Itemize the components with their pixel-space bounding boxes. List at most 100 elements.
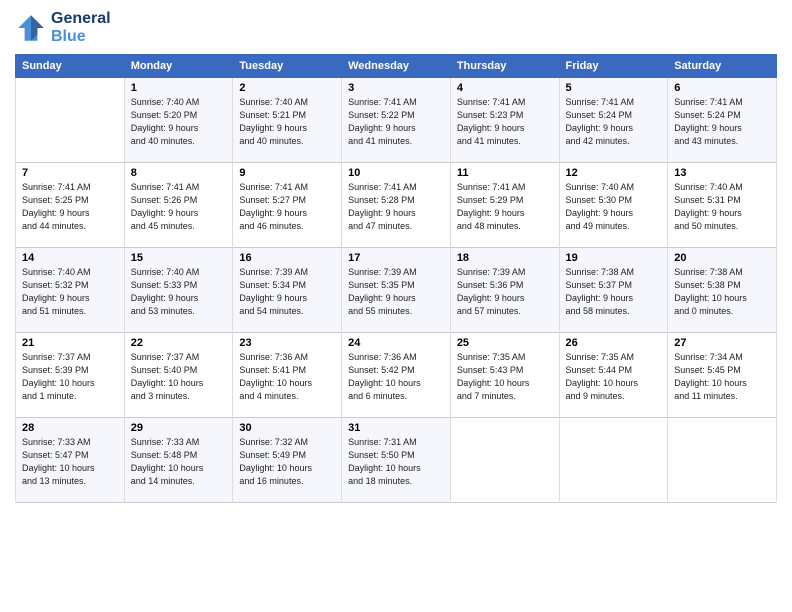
day-number: 13 [674,167,770,179]
cell-details: Sunrise: 7:41 AMSunset: 5:29 PMDaylight:… [457,181,553,233]
day-number: 23 [239,337,335,349]
col-wednesday: Wednesday [342,55,451,78]
cell-w3-d7: 20 Sunrise: 7:38 AMSunset: 5:38 PMDayligh… [668,248,777,333]
cell-details: Sunrise: 7:39 AMSunset: 5:35 PMDaylight:… [348,266,444,318]
cell-details: Sunrise: 7:35 AMSunset: 5:44 PMDaylight:… [566,351,662,403]
week-row-5: 28 Sunrise: 7:33 AMSunset: 5:47 PMDayligh… [16,418,777,503]
cell-w2-d4: 10Sunrise: 7:41 AMSunset: 5:28 PMDayligh… [342,163,451,248]
cell-w3-d3: 16 Sunrise: 7:39 AMSunset: 5:34 PMDayligh… [233,248,342,333]
cell-w4-d7: 27Sunrise: 7:34 AMSunset: 5:45 PMDayligh… [668,333,777,418]
week-row-2: 7 Sunrise: 7:41 AMSunset: 5:25 PMDaylight… [16,163,777,248]
day-number: 11 [457,167,553,179]
logo-text: General Blue [51,10,111,46]
cell-details: Sunrise: 7:41 AMSunset: 5:24 PMDaylight:… [674,96,770,148]
cell-w4-d3: 23 Sunrise: 7:36 AMSunset: 5:41 PMDayligh… [233,333,342,418]
day-number: 1 [131,82,227,94]
cell-w4-d4: 24 Sunrise: 7:36 AMSunset: 5:42 PMDayligh… [342,333,451,418]
cell-details: Sunrise: 7:40 AMSunset: 5:33 PMDaylight:… [131,266,227,318]
day-number: 5 [566,82,662,94]
cell-details: Sunrise: 7:39 AMSunset: 5:36 PMDaylight:… [457,266,553,318]
cell-w1-d2: 1 Sunrise: 7:40 AMSunset: 5:20 PMDaylight… [124,78,233,163]
cell-w5-d6 [559,418,668,503]
calendar-table: Sunday Monday Tuesday Wednesday Thursday… [15,54,777,503]
cell-w5-d3: 30 Sunrise: 7:32 AMSunset: 5:49 PMDayligh… [233,418,342,503]
cell-w2-d7: 13 Sunrise: 7:40 AMSunset: 5:31 PMDayligh… [668,163,777,248]
cell-w3-d5: 18 Sunrise: 7:39 AMSunset: 5:36 PMDayligh… [450,248,559,333]
cell-w1-d1 [16,78,125,163]
cell-details: Sunrise: 7:38 AMSunset: 5:38 PMDaylight:… [674,266,770,318]
day-number: 9 [239,167,335,179]
day-number: 17 [348,252,444,264]
cell-w5-d4: 31 Sunrise: 7:31 AMSunset: 5:50 PMDayligh… [342,418,451,503]
cell-details: Sunrise: 7:36 AMSunset: 5:41 PMDaylight:… [239,351,335,403]
cell-w3-d2: 15 Sunrise: 7:40 AMSunset: 5:33 PMDayligh… [124,248,233,333]
cell-details: Sunrise: 7:41 AMSunset: 5:28 PMDaylight:… [348,181,444,233]
cell-w2-d2: 8 Sunrise: 7:41 AMSunset: 5:26 PMDaylight… [124,163,233,248]
col-thursday: Thursday [450,55,559,78]
day-number: 20 [674,252,770,264]
cell-details: Sunrise: 7:39 AMSunset: 5:34 PMDaylight:… [239,266,335,318]
day-number: 12 [566,167,662,179]
week-row-3: 14Sunrise: 7:40 AMSunset: 5:32 PMDayligh… [16,248,777,333]
cell-w1-d4: 3 Sunrise: 7:41 AMSunset: 5:22 PMDaylight… [342,78,451,163]
cell-w1-d6: 5 Sunrise: 7:41 AMSunset: 5:24 PMDaylight… [559,78,668,163]
col-tuesday: Tuesday [233,55,342,78]
cell-details: Sunrise: 7:33 AMSunset: 5:48 PMDaylight:… [131,436,227,488]
cell-details: Sunrise: 7:32 AMSunset: 5:49 PMDaylight:… [239,436,335,488]
cell-details: Sunrise: 7:41 AMSunset: 5:23 PMDaylight:… [457,96,553,148]
cell-details: Sunrise: 7:40 AMSunset: 5:21 PMDaylight:… [239,96,335,148]
day-number: 3 [348,82,444,94]
day-number: 18 [457,252,553,264]
day-number: 30 [239,422,335,434]
day-number: 21 [22,337,118,349]
day-number: 19 [566,252,662,264]
day-number: 28 [22,422,118,434]
cell-w1-d7: 6 Sunrise: 7:41 AMSunset: 5:24 PMDaylight… [668,78,777,163]
cell-w4-d2: 22 Sunrise: 7:37 AMSunset: 5:40 PMDayligh… [124,333,233,418]
cell-w1-d5: 4Sunrise: 7:41 AMSunset: 5:23 PMDaylight… [450,78,559,163]
cell-details: Sunrise: 7:31 AMSunset: 5:50 PMDaylight:… [348,436,444,488]
cell-w5-d1: 28 Sunrise: 7:33 AMSunset: 5:47 PMDayligh… [16,418,125,503]
col-monday: Monday [124,55,233,78]
header: General Blue [15,10,777,46]
cell-details: Sunrise: 7:41 AMSunset: 5:25 PMDaylight:… [22,181,118,233]
day-number: 16 [239,252,335,264]
cell-details: Sunrise: 7:33 AMSunset: 5:47 PMDaylight:… [22,436,118,488]
col-sunday: Sunday [16,55,125,78]
cell-details: Sunrise: 7:36 AMSunset: 5:42 PMDaylight:… [348,351,444,403]
header-row: Sunday Monday Tuesday Wednesday Thursday… [16,55,777,78]
cell-w4-d6: 26 Sunrise: 7:35 AMSunset: 5:44 PMDayligh… [559,333,668,418]
cell-w5-d5 [450,418,559,503]
cell-details: Sunrise: 7:38 AMSunset: 5:37 PMDaylight:… [566,266,662,318]
day-number: 7 [22,167,118,179]
cell-w5-d2: 29Sunrise: 7:33 AMSunset: 5:48 PMDayligh… [124,418,233,503]
cell-details: Sunrise: 7:37 AMSunset: 5:40 PMDaylight:… [131,351,227,403]
cell-w3-d4: 17 Sunrise: 7:39 AMSunset: 5:35 PMDayligh… [342,248,451,333]
day-number: 6 [674,82,770,94]
logo-icon [15,12,47,44]
cell-w5-d7 [668,418,777,503]
week-row-4: 21Sunrise: 7:37 AMSunset: 5:39 PMDayligh… [16,333,777,418]
cell-w3-d1: 14Sunrise: 7:40 AMSunset: 5:32 PMDayligh… [16,248,125,333]
day-number: 15 [131,252,227,264]
logo: General Blue [15,10,111,46]
cell-details: Sunrise: 7:40 AMSunset: 5:20 PMDaylight:… [131,96,227,148]
day-number: 26 [566,337,662,349]
cell-w2-d1: 7 Sunrise: 7:41 AMSunset: 5:25 PMDaylight… [16,163,125,248]
cell-details: Sunrise: 7:40 AMSunset: 5:31 PMDaylight:… [674,181,770,233]
day-number: 22 [131,337,227,349]
cell-details: Sunrise: 7:41 AMSunset: 5:22 PMDaylight:… [348,96,444,148]
day-number: 24 [348,337,444,349]
cell-details: Sunrise: 7:41 AMSunset: 5:27 PMDaylight:… [239,181,335,233]
day-number: 27 [674,337,770,349]
day-number: 2 [239,82,335,94]
cell-w4-d1: 21Sunrise: 7:37 AMSunset: 5:39 PMDayligh… [16,333,125,418]
week-row-1: 1 Sunrise: 7:40 AMSunset: 5:20 PMDaylight… [16,78,777,163]
cell-w2-d3: 9 Sunrise: 7:41 AMSunset: 5:27 PMDaylight… [233,163,342,248]
day-number: 14 [22,252,118,264]
col-saturday: Saturday [668,55,777,78]
day-number: 8 [131,167,227,179]
day-number: 31 [348,422,444,434]
cell-details: Sunrise: 7:41 AMSunset: 5:24 PMDaylight:… [566,96,662,148]
cell-details: Sunrise: 7:41 AMSunset: 5:26 PMDaylight:… [131,181,227,233]
